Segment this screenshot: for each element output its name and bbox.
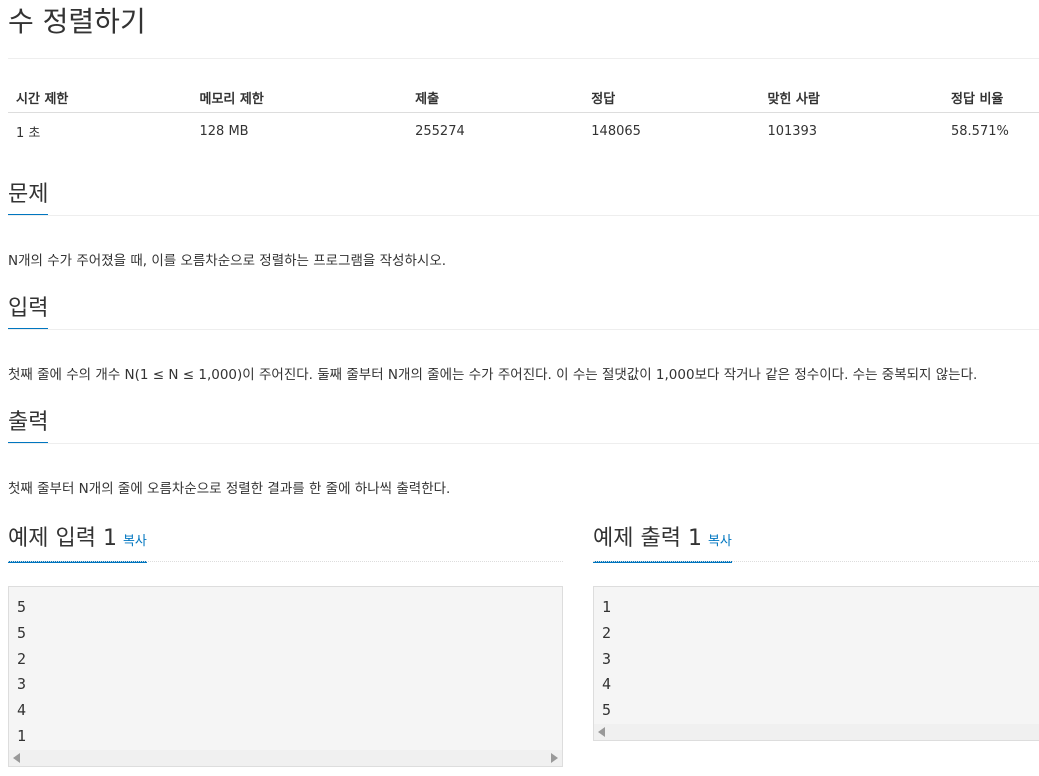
output-heading: 출력 [8, 406, 49, 444]
scroll-right-arrow-icon[interactable] [551, 752, 558, 763]
value-accepted: 148065 [591, 123, 641, 139]
output-description: 첫째 줄부터 N개의 줄에 오름차순으로 정렬한 결과를 한 줄에 하나씩 출력… [8, 481, 451, 497]
title-divider [8, 58, 1039, 59]
sample-input-copy-button[interactable]: 복사 [123, 534, 147, 549]
problem-heading: 문제 [8, 178, 49, 216]
header-submissions: 제출 [407, 82, 584, 113]
problem-section-header: 문제 [8, 178, 1039, 216]
sample-output-panel: 예제 출력 1 복사 1 2 3 4 5 [593, 522, 1039, 741]
sample-output-scrollbar[interactable] [594, 723, 1039, 740]
output-section-header: 출력 [8, 406, 1039, 444]
value-submissions: 255274 [415, 123, 465, 139]
scroll-left-arrow-icon[interactable] [598, 726, 605, 737]
input-section-header: 입력 [8, 292, 1039, 330]
value-memory-limit: 128 MB [199, 123, 249, 139]
problem-description: N개의 수가 주어졌을 때, 이를 오름차순으로 정렬하는 프로그램을 작성하시… [8, 253, 447, 269]
sample-input-heading: 예제 입력 1 복사 [8, 522, 147, 563]
input-heading: 입력 [8, 292, 49, 330]
sample-output-content[interactable]: 1 2 3 4 5 [593, 586, 1039, 741]
header-ratio: 정답 비율 [943, 82, 1039, 113]
header-time-limit: 시간 제한 [8, 82, 192, 113]
scroll-left-arrow-icon[interactable] [13, 752, 20, 763]
info-header-row: 시간 제한 메모리 제한 제출 정답 맞힌 사람 정답 비율 [8, 82, 1039, 113]
value-solvers: 101393 [767, 123, 818, 139]
input-description: 첫째 줄에 수의 개수 N(1 ≤ N ≤ 1,000)이 주어진다. 둘째 줄… [8, 367, 978, 383]
problem-info-table: 시간 제한 메모리 제한 제출 정답 맞힌 사람 정답 비율 1 초 128 M… [8, 82, 1039, 149]
value-ratio: 58.571% [951, 123, 1009, 139]
sample-input-content[interactable]: 5 5 2 3 4 1 [8, 586, 563, 767]
sample-input-scrollbar[interactable] [9, 749, 562, 766]
value-time-limit: 1 초 [16, 125, 41, 141]
sample-output-copy-button[interactable]: 복사 [708, 534, 732, 549]
page-title: 수 정렬하기 [8, 5, 146, 38]
sample-output-heading: 예제 출력 1 복사 [593, 522, 732, 563]
info-value-row: 1 초 128 MB 255274 148065 101393 58.571% [8, 113, 1039, 150]
header-solvers: 맞힌 사람 [759, 82, 943, 113]
sample-input-panel: 예제 입력 1 복사 5 5 2 3 4 1 [8, 522, 563, 767]
header-accepted: 정답 [583, 82, 760, 113]
header-memory-limit: 메모리 제한 [191, 82, 408, 113]
